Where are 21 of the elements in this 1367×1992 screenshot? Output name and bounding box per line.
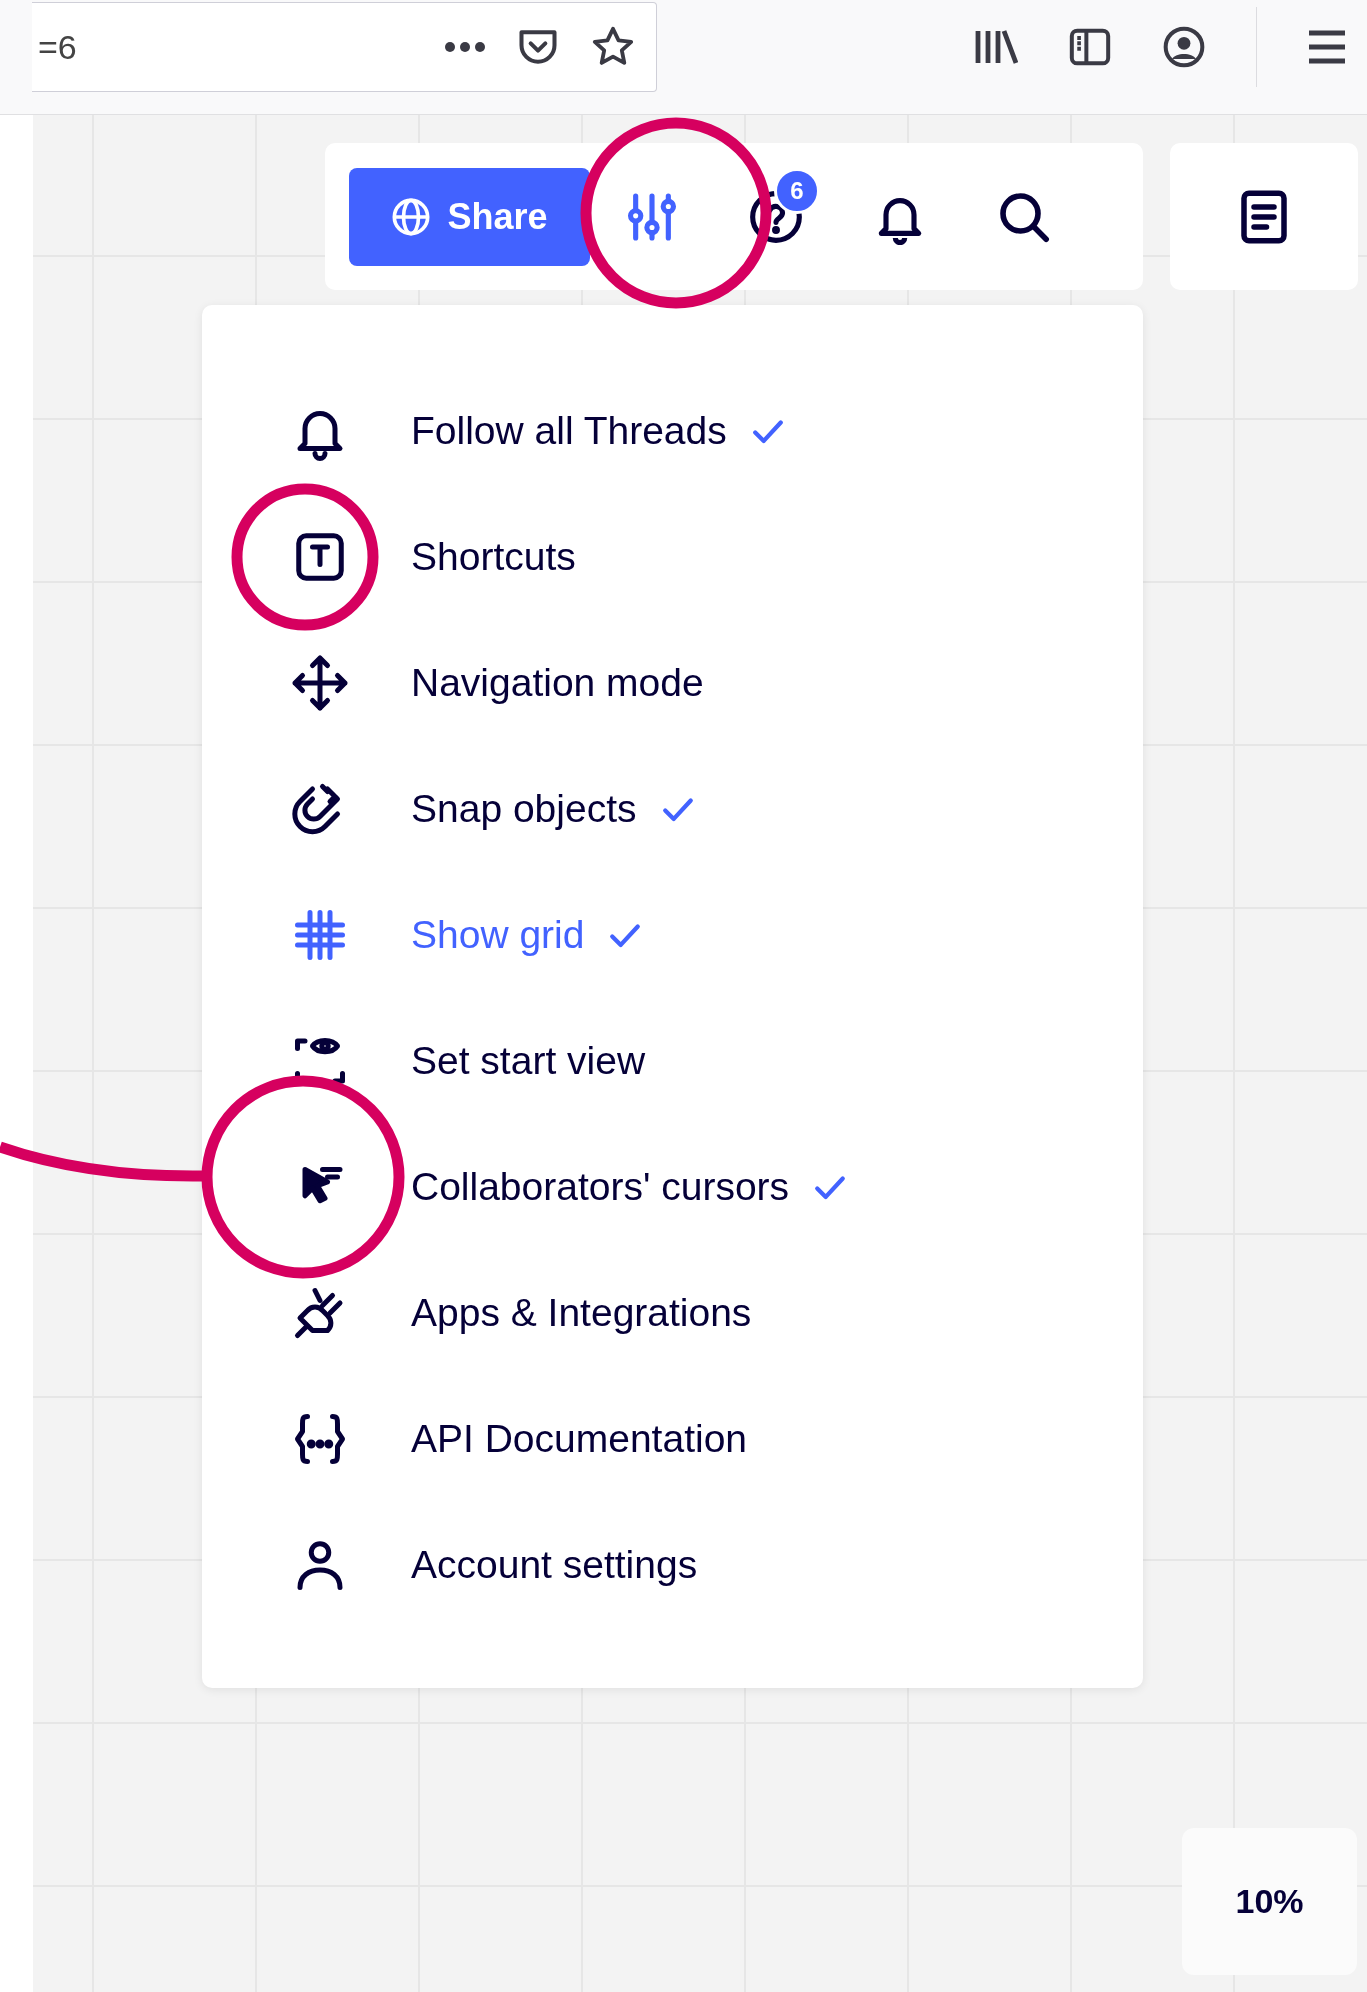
address-field[interactable]: =6 — [32, 2, 657, 92]
menu-item[interactable]: Follow all Threads — [290, 368, 1143, 494]
menu-item[interactable]: Apps & Integrations — [290, 1250, 1143, 1376]
menu-item[interactable]: Snap objects — [290, 746, 1143, 872]
menu-item[interactable]: Show grid — [290, 872, 1143, 998]
menu-item[interactable]: API Documentation — [290, 1376, 1143, 1502]
account-icon[interactable] — [1162, 25, 1206, 69]
menu-item[interactable]: Account settings — [290, 1502, 1143, 1628]
menu-item[interactable]: Set start view — [290, 998, 1143, 1124]
menu-item[interactable]: Shortcuts — [290, 494, 1143, 620]
menu-icon[interactable] — [1307, 29, 1347, 65]
more-icon[interactable] — [444, 41, 486, 53]
globe-icon — [391, 196, 432, 237]
share-button[interactable]: Share — [349, 167, 590, 266]
menu-item[interactable]: Navigation mode — [290, 620, 1143, 746]
move-icon — [290, 653, 350, 713]
help-button[interactable]: 6 — [714, 167, 838, 266]
sidebar-icon[interactable] — [1068, 27, 1112, 67]
menu-item[interactable]: Collaborators' cursors — [290, 1124, 1143, 1250]
library-icon[interactable] — [974, 27, 1018, 67]
zoom-level[interactable]: 10% — [1182, 1828, 1357, 1975]
